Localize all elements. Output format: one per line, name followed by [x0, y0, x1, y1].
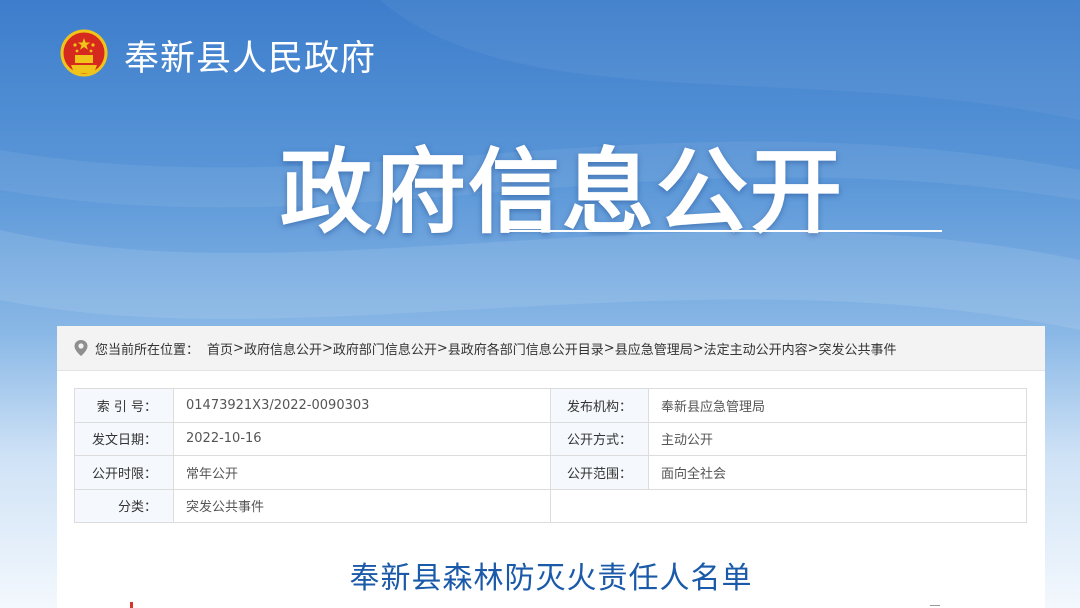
site-title[interactable]: 奉新县人民政府	[124, 30, 376, 81]
publisher-value: 奉新县应急管理局	[648, 388, 1027, 423]
breadcrumb-item-emergency-bureau[interactable]: 县应急管理局	[615, 339, 693, 358]
table-row: 公开时限： 常年公开 公开范围： 面向全社会	[74, 455, 1027, 490]
table-row: 发文日期： 2022-10-16 公开方式： 主动公开	[74, 421, 1027, 456]
disclosure-scope-value: 面向全社会	[648, 455, 1027, 490]
table-row: 索 引 号： 01473921X3/2022-0090303 发布机构： 奉新县…	[74, 388, 1027, 423]
disclosure-method-label: 公开方式：	[550, 421, 649, 456]
empty-cell	[550, 488, 1027, 523]
publisher-label: 发布机构：	[550, 388, 649, 423]
table-row: 分类： 突发公共事件	[74, 488, 1027, 523]
breadcrumb-separator: >	[321, 340, 333, 356]
breadcrumb-separator: >	[233, 340, 244, 356]
breadcrumb-separator: >	[603, 340, 615, 356]
breadcrumb-item-dept-catalog[interactable]: 县政府各部门信息公开目录	[448, 339, 604, 358]
content-panel: 您当前所在位置： 首页 > 政府信息公开 > 政府部门信息公开 > 县政府各部门…	[57, 326, 1045, 608]
cut-off-marker	[130, 602, 133, 608]
hero-divider	[502, 230, 942, 232]
article-title: 奉新县森林防灭火责任人名单	[349, 561, 753, 596]
disclosure-scope-label: 公开范围：	[550, 455, 649, 490]
national-emblem-icon[interactable]	[58, 29, 110, 81]
metadata-table: 索 引 号： 01473921X3/2022-0090303 发布机构： 奉新县…	[74, 388, 1027, 523]
category-label: 分类：	[74, 488, 174, 523]
breadcrumb-item-dept-info[interactable]: 政府部门信息公开	[333, 339, 437, 358]
breadcrumb-separator: >	[692, 340, 704, 356]
issue-date-label: 发文日期：	[74, 421, 174, 456]
location-pin-icon	[74, 340, 88, 356]
disclosure-period-label: 公开时限：	[74, 455, 174, 490]
breadcrumb-separator: >	[436, 340, 448, 356]
breadcrumb-label: 您当前所在位置：	[95, 342, 200, 358]
issue-date-value: 2022-10-16	[173, 421, 551, 456]
disclosure-period-value: 常年公开	[173, 455, 551, 490]
index-number-value: 01473921X3/2022-0090303	[173, 388, 551, 423]
breadcrumb-item-public-emergency[interactable]: 突发公共事件	[819, 339, 897, 358]
breadcrumb-item-statutory-content[interactable]: 法定主动公开内容	[704, 339, 808, 358]
breadcrumb-item-gov-info[interactable]: 政府信息公开	[244, 339, 322, 358]
disclosure-method-value: 主动公开	[648, 421, 1027, 456]
index-number-label: 索 引 号：	[74, 388, 174, 423]
site-header: 奉新县人民政府	[58, 26, 376, 84]
breadcrumb: 您当前所在位置： 首页 > 政府信息公开 > 政府部门信息公开 > 县政府各部门…	[57, 326, 1045, 371]
breadcrumb-item-home[interactable]: 首页	[207, 339, 233, 358]
breadcrumb-separator: >	[807, 340, 819, 356]
cut-off-rule	[930, 605, 940, 606]
category-value: 突发公共事件	[173, 488, 551, 523]
